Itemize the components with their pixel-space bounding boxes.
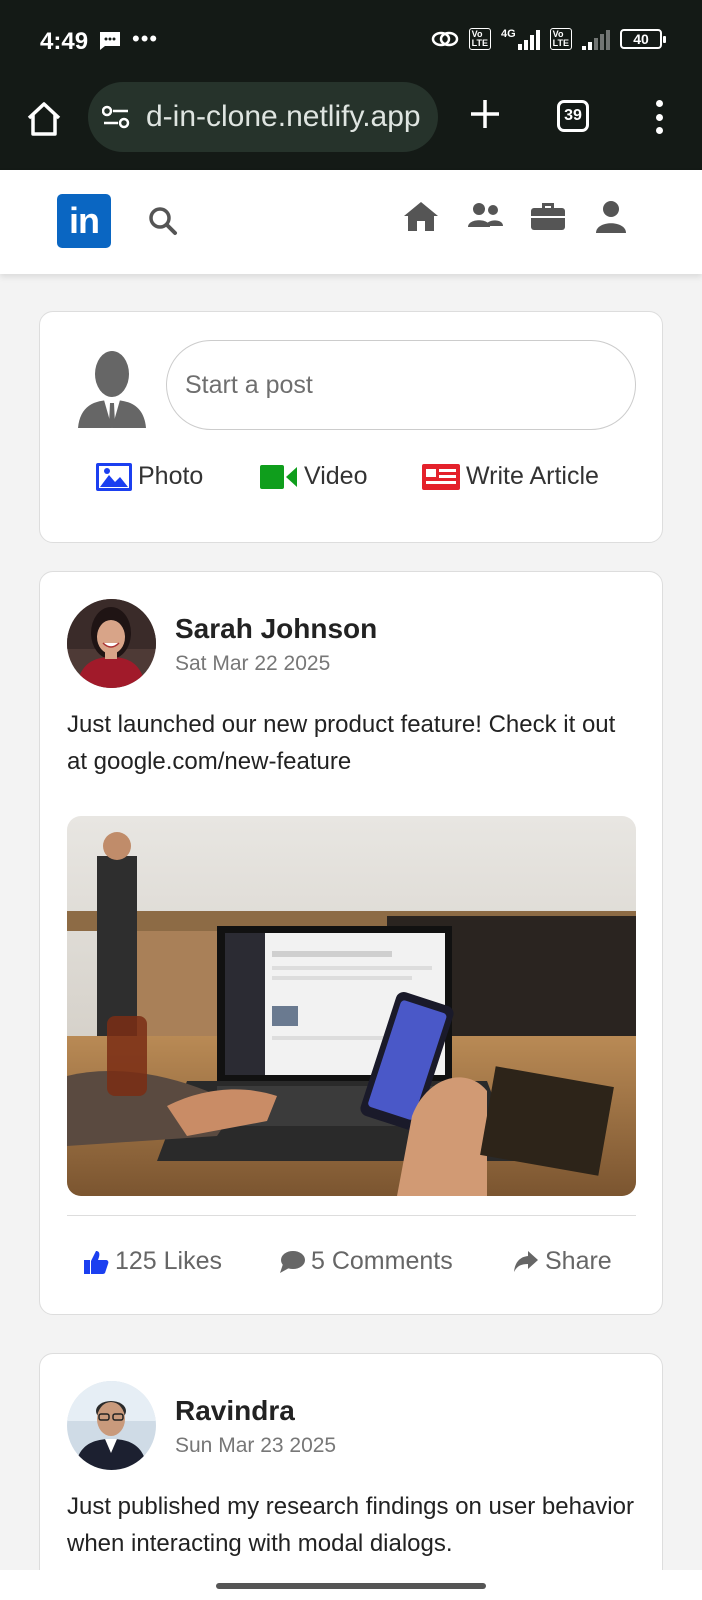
likes-count: 125 Likes (115, 1247, 223, 1275)
network-icon[interactable] (466, 200, 504, 232)
post-date: Sun Mar 23 2025 (175, 1434, 337, 1457)
reaction-bar: 125 Likes 5 Comments Share (67, 1237, 636, 1287)
url-text: d-in-clone.netlify.app (146, 100, 421, 133)
jobs-icon[interactable] (529, 200, 567, 232)
divider (67, 1215, 636, 1216)
comment-icon (280, 1250, 305, 1273)
profile-icon[interactable] (594, 200, 628, 234)
author-name[interactable]: Sarah Johnson (175, 613, 377, 645)
photo-icon (96, 462, 132, 491)
post-text: Just published my research findings on u… (67, 1493, 634, 1557)
site-settings-icon[interactable] (102, 105, 130, 129)
article-icon (422, 463, 460, 490)
post-text: Just launched our new product feature! C… (67, 711, 616, 775)
start-post-input[interactable] (166, 340, 636, 430)
gesture-handle[interactable] (216, 1583, 486, 1589)
app-header: in (0, 170, 702, 274)
status-time: 4:49 (40, 28, 89, 55)
author-avatar[interactable] (67, 1381, 156, 1470)
default-avatar-icon (78, 351, 146, 428)
author-name[interactable]: Ravindra (175, 1395, 295, 1427)
signal-icon-2 (582, 28, 610, 50)
author-avatar[interactable] (67, 599, 156, 688)
status-bar: 4:49 ••• Vo LTE 4G Vo LTE 40 (0, 0, 702, 82)
feed-post: Sarah Johnson Sat Mar 22 2025 Just launc… (39, 571, 663, 1315)
more-notifications-icon: ••• (132, 26, 159, 51)
photo-label: Photo (138, 462, 204, 490)
video-label: Video (304, 462, 368, 490)
post-composer: Photo Video Write Article (39, 311, 663, 543)
new-tab-icon[interactable] (468, 97, 502, 131)
volte-icon-2: Vo LTE (549, 28, 572, 50)
share-button[interactable]: Share (513, 1247, 612, 1276)
search-icon[interactable] (148, 206, 178, 236)
hotspot-link-icon (431, 31, 458, 47)
video-icon (260, 464, 297, 489)
like-button[interactable]: 125 Likes (83, 1247, 222, 1276)
tab-switcher-button[interactable]: 39 (557, 100, 589, 132)
home-icon[interactable] (402, 200, 440, 232)
battery-level: 40 (633, 31, 649, 47)
share-label: Share (545, 1247, 612, 1275)
write-article-button[interactable]: Write Article (422, 462, 599, 491)
comment-button[interactable]: 5 Comments (279, 1247, 453, 1276)
volte-icon: Vo LTE (468, 28, 491, 50)
photo-button[interactable]: Photo (96, 462, 203, 491)
network-type: 4G (500, 28, 516, 40)
message-notification-icon (100, 32, 120, 50)
battery-icon: 40 (620, 29, 666, 49)
home-button-icon[interactable] (24, 99, 64, 139)
thumbs-up-icon (84, 1250, 109, 1274)
address-bar[interactable]: d-in-clone.netlify.app (88, 82, 438, 152)
write-article-label: Write Article (466, 462, 599, 490)
share-icon (514, 1250, 538, 1272)
status-icons: Vo LTE 4G Vo LTE 40 (431, 28, 666, 50)
signal-icon (517, 28, 540, 50)
post-image[interactable] (67, 816, 636, 1196)
post-date: Sat Mar 22 2025 (175, 652, 331, 675)
feed-post: Ravindra Sun Mar 23 2025 Just published … (39, 1353, 663, 1600)
browser-toolbar: d-in-clone.netlify.app 39 (0, 82, 702, 170)
browser-menu-icon[interactable] (654, 100, 664, 134)
linkedin-logo[interactable]: in (57, 194, 111, 248)
video-button[interactable]: Video (260, 462, 368, 491)
comments-count: 5 Comments (311, 1247, 453, 1275)
